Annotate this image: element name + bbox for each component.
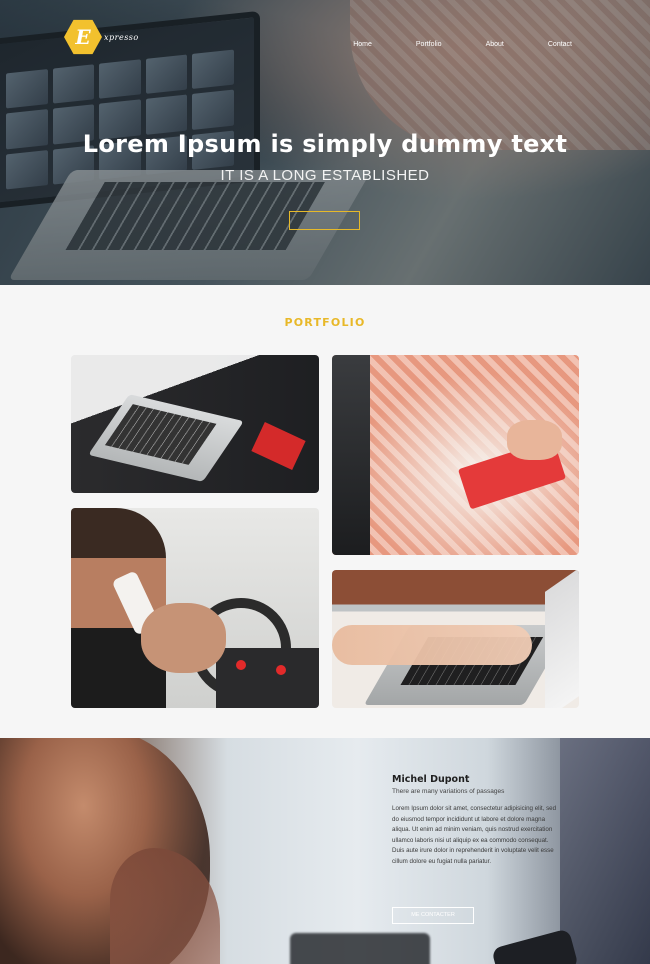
about-tagline: There are many variations of passages [392,788,505,795]
nav-link-home[interactable]: Home [353,41,372,48]
main-nav: Home Portfolio About Contact [309,41,572,48]
nav-link-about[interactable]: About [486,41,504,48]
nav-link-contact[interactable]: Contact [548,41,572,48]
about-section: Michel Dupont There are many variations … [0,738,650,964]
laptop-lid-image [545,570,579,708]
hero-subtitle: IT IS A LONG ESTABLISHED [220,167,430,184]
portfolio-item-laptop-and-notebook[interactable] [71,355,319,493]
portfolio-item-woman-writing-in-notebook[interactable] [332,355,579,555]
red-notebook-image [251,421,306,471]
nav-link-portfolio[interactable]: Portfolio [416,41,442,48]
laptop-keyboard-image [88,394,244,482]
logo-letter: E [75,25,91,49]
smartphone-image [491,928,579,964]
about-card: Michel Dupont There are many variations … [392,774,562,868]
site-logo[interactable]: E xpresso [64,18,139,56]
portfolio-item-man-on-phone-in-car[interactable] [71,508,319,708]
hand-with-pen-image [507,420,562,460]
logo-wordmark: xpresso [104,32,139,42]
hero-section: E xpresso Home Portfolio About Contact L… [0,0,650,285]
hero-title: Lorem Ipsum is simply dummy text [82,130,568,158]
about-body: Lorem Ipsum dolor sit amet, consectetur … [392,805,557,865]
typing-hands-image [332,625,532,665]
blurred-device-image [290,933,430,964]
car-dashboard-image [216,648,319,708]
contact-me-button[interactable]: ME CONTACTER [392,907,474,924]
portfolio-item-hands-typing-on-laptop[interactable] [332,570,579,708]
logo-hexagon-icon: E [64,19,102,55]
hand-image [141,603,226,673]
hero-cta-button[interactable] [289,211,360,230]
tile-background [332,355,370,555]
about-name: Michel Dupont [392,774,470,785]
portfolio-title: PORTFOLIO [284,316,366,329]
blurred-background-image [560,738,650,964]
portfolio-section: PORTFOLIO [0,285,650,738]
